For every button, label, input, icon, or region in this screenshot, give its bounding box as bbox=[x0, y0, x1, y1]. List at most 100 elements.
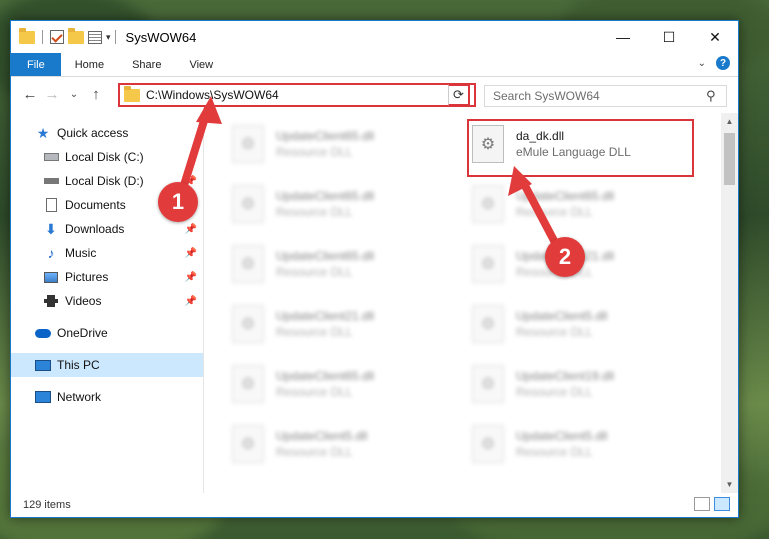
address-bar[interactable]: C:\Windows\SysWOW64 ⌄ bbox=[118, 83, 476, 107]
dll-file-icon: ⚙ bbox=[472, 305, 504, 343]
search-icon[interactable]: ⚲ bbox=[706, 88, 726, 104]
tiles-view-icon[interactable] bbox=[714, 497, 730, 511]
view-toggle bbox=[694, 497, 730, 511]
item-count: 129 items bbox=[23, 499, 71, 511]
tab-file[interactable]: File bbox=[11, 53, 61, 76]
file-name: UpdateClient5.dll bbox=[516, 429, 608, 443]
callout-badge-1: 1 bbox=[158, 182, 198, 222]
file-description: Resource DLL bbox=[276, 265, 353, 279]
pin-icon[interactable]: 📌 bbox=[185, 296, 197, 307]
file-name: UpdateClient19.dll bbox=[516, 369, 615, 383]
pictures-icon bbox=[43, 270, 59, 284]
scrollbar-thumb[interactable] bbox=[724, 133, 735, 185]
dll-file-icon: ⚙ bbox=[232, 185, 264, 223]
list-item[interactable]: ⚙ UpdateClient21.dll Resource DLL bbox=[232, 301, 462, 347]
network-icon bbox=[35, 390, 51, 404]
sidebar-item-network[interactable]: Network bbox=[11, 385, 203, 409]
expand-ribbon-icon[interactable]: ⌄ bbox=[698, 58, 706, 69]
scroll-down-icon[interactable]: ▼ bbox=[721, 476, 738, 493]
address-path[interactable]: C:\Windows\SysWOW64 bbox=[146, 88, 450, 102]
tab-view[interactable]: View bbox=[175, 53, 227, 76]
sidebar-item-pictures[interactable]: Pictures 📌 bbox=[11, 265, 203, 289]
list-item[interactable]: ⚙ UpdateClient5.dll Resource DLL bbox=[472, 421, 702, 467]
dll-file-icon: ⚙ bbox=[472, 425, 504, 463]
documents-icon bbox=[43, 198, 59, 212]
sidebar-item-label: Quick access bbox=[57, 126, 129, 140]
file-name: UpdateClient65.dll bbox=[276, 189, 375, 203]
sidebar-item-label: Documents bbox=[65, 198, 126, 212]
minimize-button[interactable]: — bbox=[600, 21, 646, 53]
local-disk-icon bbox=[43, 174, 59, 188]
dll-file-icon: ⚙ bbox=[472, 365, 504, 403]
pin-icon[interactable]: 📌 bbox=[185, 272, 197, 283]
file-description: Resource DLL bbox=[276, 325, 353, 339]
address-folder-icon bbox=[124, 85, 140, 102]
downloads-icon: ⬇ bbox=[45, 220, 57, 237]
quick-access-toolbar: ▾ bbox=[11, 21, 111, 53]
sidebar-item-quick-access[interactable]: ★ Quick access bbox=[11, 121, 203, 145]
status-bar: 129 items bbox=[11, 493, 738, 517]
file-name: UpdateClient21.dll bbox=[276, 309, 375, 323]
close-button[interactable]: ✕ bbox=[692, 21, 738, 53]
list-item[interactable]: ⚙ UpdateClient65.dll Resource DLL bbox=[232, 121, 462, 167]
pin-icon[interactable]: 📌 bbox=[185, 248, 197, 259]
list-item[interactable]: ⚙ UpdateClient5.dll Resource DLL bbox=[232, 421, 462, 467]
list-item[interactable]: ⚙ UpdateClient5.dll Resource DLL bbox=[472, 301, 702, 347]
title-divider bbox=[114, 30, 116, 44]
list-item[interactable]: ⚙ UpdateClient65.dll Resource DLL bbox=[232, 181, 462, 227]
list-item[interactable]: ⚙ UpdateClient65.dll Resource DLL bbox=[232, 361, 462, 407]
tab-share[interactable]: Share bbox=[118, 53, 175, 76]
dll-file-icon: ⚙ bbox=[232, 305, 264, 343]
music-icon: ♪ bbox=[47, 245, 55, 261]
sidebar-item-label: This PC bbox=[57, 358, 100, 372]
folder-icon bbox=[19, 27, 35, 44]
customize-toolbar-icon[interactable] bbox=[88, 30, 102, 44]
file-list: ⚙ UpdateClient65.dll Resource DLL ⚙ Updat… bbox=[204, 113, 738, 493]
vertical-scrollbar[interactable]: ▲ ▼ bbox=[721, 113, 738, 493]
maximize-button[interactable]: ☐ bbox=[646, 21, 692, 53]
up-arrow-icon[interactable]: ↑ bbox=[85, 83, 107, 105]
help-icon[interactable]: ? bbox=[716, 56, 730, 70]
sidebar-item-label: Downloads bbox=[65, 222, 125, 236]
customize-dropdown-icon[interactable]: ▾ bbox=[106, 32, 111, 43]
file-description: Resource DLL bbox=[516, 325, 593, 339]
new-folder-icon[interactable] bbox=[68, 27, 84, 44]
title-bar: ▾ SysWOW64 — ☐ ✕ bbox=[11, 21, 738, 53]
star-icon: ★ bbox=[36, 124, 50, 141]
file-name: UpdateClient65.dll bbox=[276, 249, 375, 263]
recent-locations-icon[interactable]: ⌄ bbox=[63, 83, 85, 105]
back-arrow-icon[interactable]: ← bbox=[19, 83, 41, 105]
tab-home[interactable]: Home bbox=[61, 53, 118, 76]
list-item[interactable]: ⚙ UpdateClient65.dll Resource DLL bbox=[472, 181, 702, 227]
sidebar-item-onedrive[interactable]: OneDrive bbox=[11, 321, 203, 345]
scroll-up-icon[interactable]: ▲ bbox=[721, 113, 738, 130]
file-description: Resource DLL bbox=[276, 145, 353, 159]
file-name: UpdateClient65.dll bbox=[276, 129, 375, 143]
list-item[interactable]: ⚙ UpdateClient19.dll Resource DLL bbox=[472, 361, 702, 407]
window-title: SysWOW64 bbox=[125, 29, 197, 45]
sidebar-item-this-pc[interactable]: This PC bbox=[11, 353, 203, 377]
sidebar-item-music[interactable]: ♪ Music 📌 bbox=[11, 241, 203, 265]
file-name: UpdateClient65.dll bbox=[276, 369, 375, 383]
callout-badge-2: 2 bbox=[545, 237, 585, 277]
list-item[interactable]: ⚙ UpdateClient65.dll Resource DLL bbox=[232, 241, 462, 287]
ribbon-tabs: File Home Share View ⌄ ? bbox=[11, 53, 738, 77]
dll-file-icon: ⚙ bbox=[232, 365, 264, 403]
refresh-icon[interactable]: ⟳ bbox=[448, 84, 470, 106]
onedrive-cloud-icon bbox=[35, 326, 51, 340]
videos-icon bbox=[43, 294, 59, 308]
sidebar-item-local-disk-c[interactable]: Local Disk (C:) bbox=[11, 145, 203, 169]
search-input[interactable]: Search SysWOW64 ⚲ bbox=[484, 85, 727, 107]
sidebar-item-label: Local Disk (D:) bbox=[65, 174, 144, 188]
navigation-bar: ← → ⌄ ↑ C:\Windows\SysWOW64 ⌄ ⟳ Search S… bbox=[11, 77, 738, 111]
file-description: Resource DLL bbox=[516, 385, 593, 399]
forward-arrow-icon[interactable]: → bbox=[41, 83, 63, 105]
window-controls: — ☐ ✕ bbox=[600, 21, 738, 53]
pin-icon[interactable]: 📌 bbox=[185, 224, 197, 235]
dll-file-icon: ⚙ bbox=[232, 245, 264, 283]
properties-check-icon[interactable] bbox=[50, 30, 64, 44]
list-item[interactable]: ⚙ UpdateClient21.dllResource DLL bbox=[472, 241, 702, 287]
navigation-pane: ★ Quick access Local Disk (C:) Local Dis… bbox=[11, 113, 204, 493]
details-view-icon[interactable] bbox=[694, 497, 710, 511]
sidebar-item-videos[interactable]: Videos 📌 bbox=[11, 289, 203, 313]
